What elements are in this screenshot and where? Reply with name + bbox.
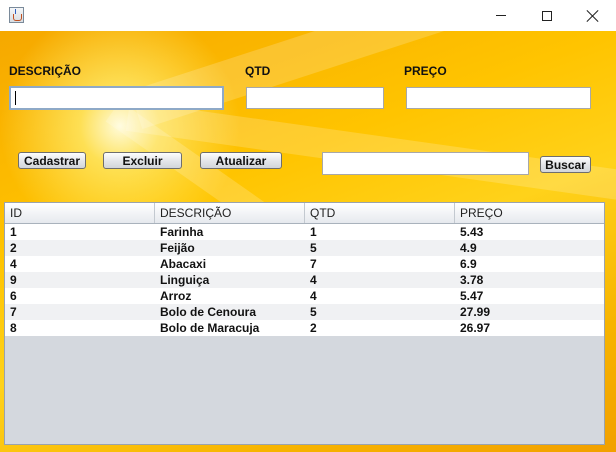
qtd-input[interactable]: [246, 87, 384, 109]
table-row[interactable]: 8 Bolo de Maracuja 2 26.97: [5, 320, 604, 336]
cell-id: 1: [10, 225, 17, 239]
cell-preco: 4.9: [460, 241, 477, 255]
cell-qtd: 5: [310, 241, 317, 255]
table-row[interactable]: 4 Abacaxi 7 6.9: [5, 256, 604, 272]
cell-id: 2: [10, 241, 17, 255]
cell-preco: 6.9: [460, 257, 477, 271]
title-bar[interactable]: [0, 0, 616, 31]
cell-id: 8: [10, 321, 17, 335]
maximize-button[interactable]: [524, 0, 570, 31]
qtd-label: QTD: [245, 64, 271, 78]
preco-input[interactable]: [406, 87, 591, 109]
cell-qtd: 5: [310, 305, 317, 319]
column-header-preco[interactable]: PREÇO: [455, 203, 604, 223]
minimize-button[interactable]: [478, 0, 524, 31]
column-header-descricao[interactable]: DESCRIÇÃO: [155, 203, 305, 223]
cell-descricao: Arroz: [160, 289, 192, 303]
close-icon: [586, 9, 600, 23]
cadastrar-button[interactable]: Cadastrar: [18, 152, 86, 169]
cell-qtd: 4: [310, 273, 317, 287]
cell-qtd: 7: [310, 257, 317, 271]
cell-qtd: 1: [310, 225, 317, 239]
descricao-label: DESCRIÇÃO: [9, 64, 82, 78]
cell-id: 6: [10, 289, 17, 303]
table-row[interactable]: 7 Bolo de Cenoura 5 27.99: [5, 304, 604, 320]
table-row[interactable]: 1 Farinha 1 5.43: [5, 224, 604, 240]
table-header: ID DESCRIÇÃO QTD PREÇO: [5, 203, 604, 224]
java-cup-icon: [9, 7, 24, 23]
table-row[interactable]: 2 Feijão 5 4.9: [5, 240, 604, 256]
cell-id: 7: [10, 305, 17, 319]
descricao-input[interactable]: [9, 86, 224, 110]
cell-descricao: Bolo de Cenoura: [160, 305, 257, 319]
app-window: DESCRIÇÃO QTD PREÇO Cadastrar Excluir At…: [0, 0, 616, 452]
cell-preco: 27.99: [460, 305, 491, 319]
cell-id: 9: [10, 273, 17, 287]
text-caret: [15, 91, 16, 105]
cell-preco: 5.43: [460, 225, 484, 239]
cell-descricao: Bolo de Maracuja: [160, 321, 260, 335]
column-header-qtd[interactable]: QTD: [305, 203, 455, 223]
buscar-button[interactable]: Buscar: [540, 156, 591, 173]
cell-descricao: Linguiça: [160, 273, 210, 287]
close-button[interactable]: [570, 0, 616, 31]
search-input[interactable]: [322, 152, 529, 175]
cell-preco: 3.78: [460, 273, 484, 287]
cell-qtd: 2: [310, 321, 317, 335]
atualizar-button[interactable]: Atualizar: [200, 152, 282, 169]
excluir-button[interactable]: Excluir: [103, 152, 182, 169]
cell-id: 4: [10, 257, 17, 271]
minimize-icon: [496, 15, 506, 16]
preco-label: PREÇO: [404, 64, 447, 78]
cell-descricao: Abacaxi: [160, 257, 207, 271]
cell-descricao: Feijão: [160, 241, 195, 255]
column-header-id[interactable]: ID: [5, 203, 155, 223]
table-row[interactable]: 9 Linguiça 4 3.78: [5, 272, 604, 288]
table-row[interactable]: 6 Arroz 4 5.47: [5, 288, 604, 304]
cell-preco: 26.97: [460, 321, 491, 335]
cell-descricao: Farinha: [160, 225, 204, 239]
products-table[interactable]: ID DESCRIÇÃO QTD PREÇO 1 Farinha 1 5.43 …: [4, 202, 605, 445]
cell-qtd: 4: [310, 289, 317, 303]
cell-preco: 5.47: [460, 289, 484, 303]
maximize-icon: [542, 10, 552, 21]
